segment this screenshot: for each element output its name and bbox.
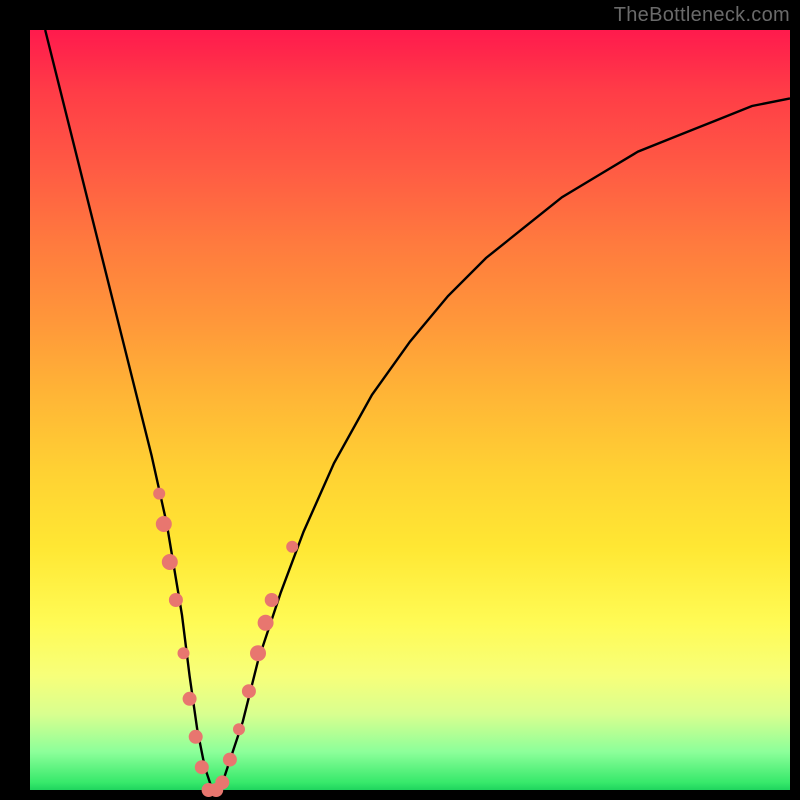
curve-marker (286, 541, 298, 553)
curve-marker (250, 645, 266, 661)
chart-svg (30, 30, 790, 790)
curve-marker (258, 615, 274, 631)
curve-marker (169, 593, 183, 607)
chart-frame: TheBottleneck.com (0, 0, 800, 800)
curve-marker (178, 647, 190, 659)
curve-marker (162, 554, 178, 570)
curve-marker (215, 775, 229, 789)
curve-marker (265, 593, 279, 607)
curve-marker (189, 730, 203, 744)
curve-marker (233, 723, 245, 735)
curve-marker (223, 753, 237, 767)
bottleneck-curve (45, 30, 790, 790)
curve-markers (153, 488, 298, 797)
curve-marker (156, 516, 172, 532)
curve-marker (195, 760, 209, 774)
watermark-text: TheBottleneck.com (614, 4, 790, 27)
curve-marker (242, 684, 256, 698)
plot-area (30, 30, 790, 790)
curve-marker (183, 692, 197, 706)
curve-marker (153, 488, 165, 500)
